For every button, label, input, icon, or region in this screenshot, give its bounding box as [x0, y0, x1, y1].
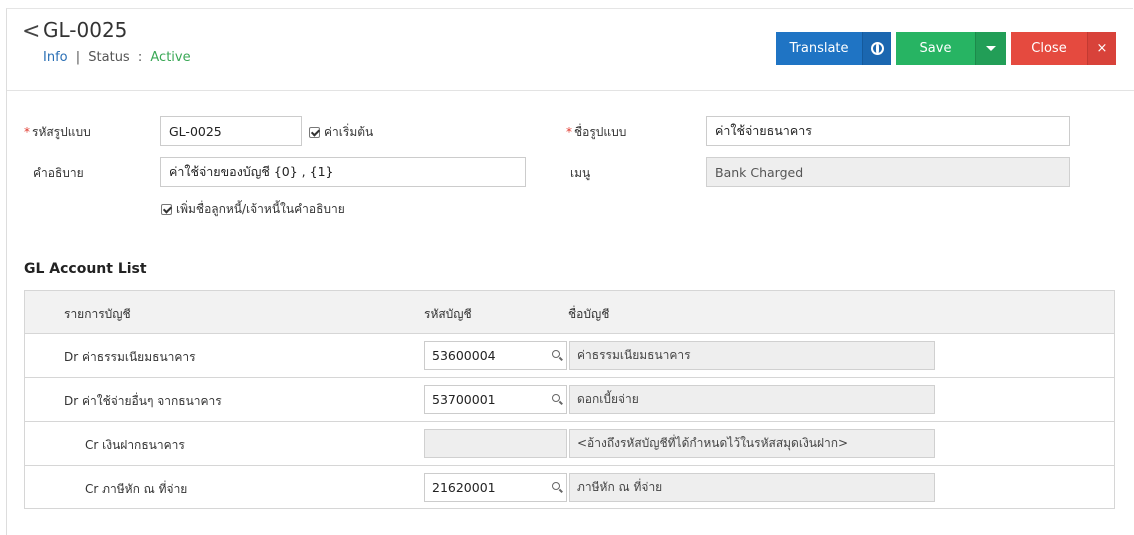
- close-button[interactable]: Close: [1011, 32, 1087, 65]
- name-input[interactable]: ค่าใช้จ่ายธนาคาร: [706, 116, 1070, 146]
- account-code-value: 53700001: [432, 392, 496, 407]
- menu-field: Bank Charged: [706, 157, 1070, 187]
- globe-icon: [870, 42, 884, 55]
- status-label: Status: [88, 50, 130, 65]
- info-link[interactable]: Info: [43, 50, 68, 65]
- caret-down-icon: [986, 46, 996, 51]
- status-badge: Active: [150, 50, 191, 65]
- default-checkbox-label: ค่าเริ่มต้น: [324, 125, 374, 139]
- account-item: Dr ค่าใช้จ่ายอื่นๆ จากธนาคาร: [64, 394, 222, 408]
- table-row: Cr ภาษีหัก ณ ที่จ่าย 21620001 ภาษีหัก ณ …: [25, 466, 1114, 510]
- account-code-input[interactable]: 53600004: [424, 341, 567, 370]
- account-code-field-disabled: [424, 429, 567, 458]
- add-name-checkbox-label: เพิ่มชื่อลูกหนี้/เจ้าหนี้ในคำอธิบาย: [176, 202, 345, 216]
- required-mark: *: [24, 125, 30, 139]
- checkbox-checked-icon: [161, 204, 172, 215]
- gl-account-table: รายการบัญชี รหัสบัญชี ชื่อบัญชี Dr ค่าธร…: [24, 290, 1115, 509]
- table-row: Dr ค่าธรรมเนียมธนาคาร 53600004 ค่าธรรมเน…: [25, 334, 1114, 378]
- account-name-field: ค่าธรรมเนียมธนาคาร: [569, 341, 935, 370]
- checkbox-checked-icon: [309, 127, 320, 138]
- account-item: Dr ค่าธรรมเนียมธนาคาร: [64, 350, 196, 364]
- account-code-value: 21620001: [432, 480, 496, 495]
- required-mark: *: [566, 125, 572, 139]
- default-checkbox[interactable]: ค่าเริ่มต้น: [309, 123, 373, 142]
- search-icon[interactable]: [552, 482, 560, 490]
- save-dropdown-button[interactable]: [975, 32, 1006, 65]
- search-icon[interactable]: [552, 350, 560, 358]
- column-header-item: รายการบัญชี: [64, 307, 131, 321]
- account-item: Cr เงินฝากธนาคาร: [85, 438, 185, 452]
- account-item: Cr ภาษีหัก ณ ที่จ่าย: [85, 482, 188, 496]
- status-colon: :: [137, 50, 143, 65]
- account-code-input[interactable]: 21620001: [424, 473, 567, 502]
- back-chevron-icon[interactable]: <: [22, 21, 40, 43]
- desc-label: คำอธิบาย: [33, 166, 84, 180]
- name-label: * ชื่อรูปแบบ: [566, 123, 626, 142]
- account-name-field: ดอกเบี้ยจ่าย: [569, 385, 935, 414]
- subtitle-separator: |: [75, 50, 81, 65]
- code-label-text: รหัสรูปแบบ: [32, 125, 91, 139]
- section-title: GL Account List: [24, 261, 147, 277]
- column-header-code: รหัสบัญชี: [424, 307, 472, 321]
- account-code-value: 53600004: [432, 348, 496, 363]
- table-row: Cr เงินฝากธนาคาร <อ้างถึงรหัสบัญชีที่ได้…: [25, 422, 1114, 466]
- translate-button[interactable]: Translate: [776, 32, 862, 65]
- close-x-icon[interactable]: ×: [1087, 32, 1116, 65]
- account-name-field: ภาษีหัก ณ ที่จ่าย: [569, 473, 935, 502]
- header-divider: [7, 90, 1134, 91]
- account-name-field: <อ้างถึงรหัสบัญชีที่ได้กำหนดไว้ในรหัสสมุ…: [569, 429, 935, 458]
- save-button[interactable]: Save: [896, 32, 975, 65]
- code-input[interactable]: GL-0025: [160, 116, 302, 146]
- name-label-text: ชื่อรูปแบบ: [574, 125, 627, 139]
- add-name-checkbox[interactable]: เพิ่มชื่อลูกหนี้/เจ้าหนี้ในคำอธิบาย: [161, 200, 345, 219]
- column-header-name: ชื่อบัญชี: [568, 307, 610, 321]
- search-icon[interactable]: [552, 394, 560, 402]
- description-input[interactable]: ค่าใช้จ่ายของบัญชี {0} , {1}: [160, 157, 526, 187]
- translate-language-button[interactable]: [862, 32, 891, 65]
- page-subtitle: Info | Status : Active: [43, 50, 191, 65]
- table-row: Dr ค่าใช้จ่ายอื่นๆ จากธนาคาร 53700001 ดอ…: [25, 378, 1114, 422]
- table-header: รายการบัญชี รหัสบัญชี ชื่อบัญชี: [25, 291, 1114, 334]
- account-code-input[interactable]: 53700001: [424, 385, 567, 414]
- code-label: * รหัสรูปแบบ: [24, 123, 91, 142]
- page-title: GL-0025: [43, 18, 128, 42]
- menu-label: เมนู: [570, 166, 591, 180]
